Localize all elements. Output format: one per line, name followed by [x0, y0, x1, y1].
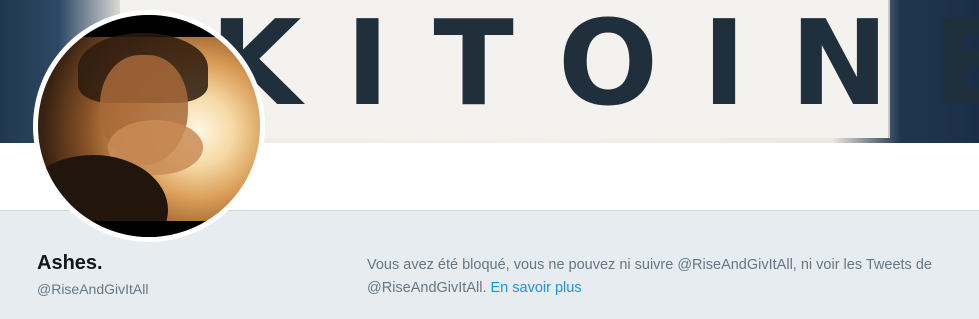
- profile-handle: @RiseAndGivItAll: [37, 281, 149, 297]
- blocked-message: Vous avez été bloqué, vous ne pouvez ni …: [367, 257, 932, 296]
- banner-letters: KITOINE: [210, 0, 979, 132]
- avatar-photo: [38, 15, 260, 237]
- blocked-notice: Vous avez été bloqué, vous ne pouvez ni …: [367, 254, 972, 300]
- profile-name: Ashes.: [37, 252, 103, 274]
- photo-letterbox-bottom: [38, 221, 260, 237]
- learn-more-link[interactable]: En savoir plus: [491, 280, 582, 296]
- profile-avatar[interactable]: [33, 10, 265, 242]
